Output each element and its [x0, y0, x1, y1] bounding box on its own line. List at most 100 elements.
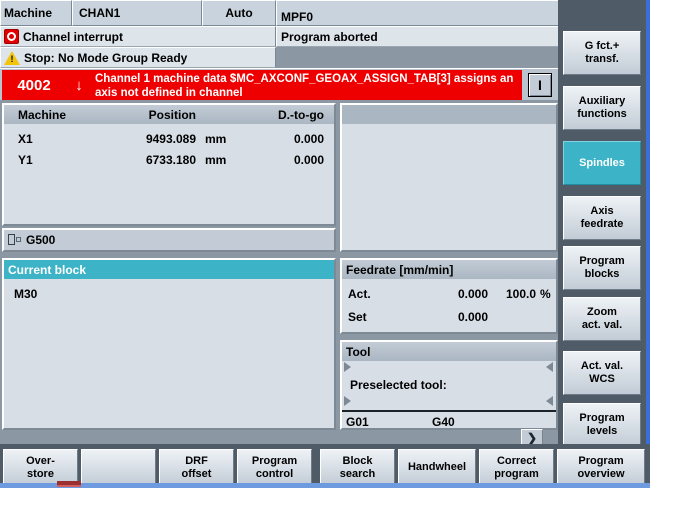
softkey-label-line1: Spindles — [579, 156, 625, 169]
feedrate-percent-sign: % — [540, 286, 551, 301]
bottom-margin-fill — [0, 488, 700, 525]
zero-offset-bar[interactable]: G500 — [2, 228, 336, 252]
table-row: X1 9493.089 mm 0.000 — [4, 128, 334, 149]
preselected-tool-label: Preselected tool: — [350, 378, 447, 392]
softkey-label-line2: functions — [577, 108, 627, 120]
status-mode-group: Stop: No Mode Group Ready — [0, 47, 276, 68]
feedrate-set-label: Set — [348, 309, 367, 324]
softkey-label-line1: Act. val. — [580, 360, 624, 372]
softkey-label-line2: act. val. — [581, 319, 623, 331]
bottom-right-fill — [650, 444, 700, 488]
zero-offset-value: G500 — [26, 233, 56, 247]
horizontal-softkey-bar: Over- store DRF offset Program control B… — [0, 444, 650, 487]
gcode-group-1: G01 — [346, 414, 369, 429]
softkey-label-line1: Auxiliary — [578, 95, 626, 107]
header-area-label[interactable]: Machine — [0, 0, 72, 26]
triangle-left-icon[interactable] — [344, 362, 351, 372]
softkey-g-functions[interactable]: G fct.+ transf. — [563, 31, 641, 75]
softkey-axis-feedrate[interactable]: Axis feedrate — [563, 196, 641, 240]
wcs-offset-icon — [8, 234, 21, 246]
softkey-label-line2: control — [255, 467, 294, 480]
softkey-correct-program[interactable]: Correct program — [479, 449, 554, 486]
softkey-program-overview[interactable]: Program overview — [557, 449, 645, 486]
feedrate-panel: Feedrate [mm/min] Act. 0.000 100.0 % Set… — [340, 258, 558, 334]
axis-position: 9493.089 — [145, 131, 196, 146]
col-position: Position — [148, 107, 196, 122]
axis-unit: mm — [205, 131, 227, 146]
softkey-label-line2: overview — [577, 467, 625, 480]
gcode-group-2: G40 — [432, 414, 455, 429]
softkey-program-control[interactable]: Program control — [237, 449, 312, 486]
softkey-program-blocks[interactable]: Program blocks — [563, 246, 641, 290]
triangle-left-icon[interactable] — [344, 396, 351, 406]
triangle-right-icon[interactable] — [546, 396, 553, 406]
alarm-number: 4002 — [2, 70, 66, 100]
softkey-label-line1: Axis — [590, 205, 614, 217]
softkey-label-line1: DRF — [185, 454, 208, 467]
alarm-text: Channel 1 machine data $MC_AXCONF_GEOAX_… — [92, 70, 522, 100]
axis-name: Y1 — [18, 152, 33, 167]
axis-dist-to-go: 0.000 — [293, 152, 324, 167]
softkey-block-search[interactable]: Block search — [320, 449, 395, 486]
auxiliary-panel-title — [342, 105, 556, 124]
axis-position: 6733.180 — [145, 152, 196, 167]
softkey-drf-offset[interactable]: DRF offset — [159, 449, 234, 486]
feedrate-set-row: Set 0.000 — [342, 305, 556, 328]
softkey-program-levels[interactable]: Program levels — [563, 403, 641, 447]
current-block-title: Current block — [4, 260, 334, 279]
vertical-softkey-bar: G fct.+ transf. Auxiliary functions Spin… — [558, 0, 646, 487]
softkey-label-line1: Block — [342, 454, 373, 467]
softkey-label-line1: G fct.+ — [584, 40, 620, 52]
col-dist-to-go: D.-to-go — [278, 107, 324, 122]
cursor-marker — [57, 481, 81, 487]
softkey-label-line2: search — [339, 467, 376, 480]
status-program-state: Program aborted — [276, 26, 558, 47]
alarm-cancel-indicator[interactable]: I — [528, 73, 552, 97]
softkey-handwheel[interactable]: Handwheel — [398, 449, 476, 486]
feedrate-set-value: 0.000 — [457, 309, 488, 324]
softkey-actual-value-wcs[interactable]: Act. val. WCS — [563, 351, 641, 395]
feedrate-title: Feedrate [mm/min] — [342, 260, 556, 279]
position-panel: Machine Position D.-to-go X1 9493.089 mm… — [2, 103, 336, 226]
softkey-label-line2: levels — [586, 425, 618, 437]
axis-name: X1 — [18, 131, 33, 146]
softkey-label-line2: blocks — [584, 268, 620, 280]
softkey-label-line1: Zoom — [587, 306, 617, 318]
softkey-zoom-actual-value[interactable]: Zoom act. val. — [563, 297, 641, 341]
softkey-label-line2: store — [27, 467, 54, 480]
softkey-label-line1: Program — [579, 412, 625, 424]
softkey-label-line1: Program — [579, 255, 625, 267]
current-block-content: M30 — [14, 287, 38, 301]
softkey-spindles[interactable]: Spindles — [563, 141, 641, 185]
softkey-label-line2: offset — [181, 467, 212, 480]
warning-triangle-icon — [4, 50, 20, 65]
stop-circle-icon — [4, 29, 19, 44]
tool-current-row — [342, 361, 556, 374]
tool-gcode-row: G01 G40 — [342, 410, 556, 431]
header-bar: Machine CHAN1 Auto MPF0 — [0, 0, 558, 26]
softkey-label-line1: Handwheel — [407, 461, 467, 473]
alarm-scroll-down-icon[interactable]: ↓ — [66, 70, 92, 100]
triangle-right-icon[interactable] — [546, 362, 553, 372]
col-machine-axis: Machine — [18, 107, 67, 122]
auxiliary-display-panel — [340, 103, 558, 252]
feedrate-act-value: 0.000 — [457, 286, 488, 301]
softkey-label-line1: Over- — [26, 454, 55, 467]
softkey-label-line2: transf. — [585, 53, 619, 65]
alarm-bar[interactable]: 4002 ↓ Channel 1 machine data $MC_AXCONF… — [0, 68, 558, 100]
header-channel[interactable]: CHAN1 — [72, 0, 202, 26]
feedrate-act-label: Act. — [348, 286, 371, 301]
status-line2-label: Stop: No Mode Group Ready — [24, 50, 188, 65]
header-operating-mode[interactable]: Auto — [202, 0, 276, 26]
cnc-hmi-screen: Machine CHAN1 Auto MPF0 Channel interrup… — [0, 0, 700, 525]
feedrate-override-value: 100.0 — [505, 286, 536, 301]
softkey-label-line1: Program — [578, 454, 624, 467]
softkey-empty-slot[interactable] — [81, 449, 156, 486]
softkey-label-line1: Program — [251, 454, 298, 467]
tool-panel: Tool Preselected tool: G01 G40 — [340, 340, 558, 430]
softkey-label-line2: feedrate — [580, 218, 624, 230]
hmi-main-area: Machine CHAN1 Auto MPF0 Channel interrup… — [0, 0, 558, 487]
softkey-auxiliary-functions[interactable]: Auxiliary functions — [563, 86, 641, 130]
status-channel-interrupt: Channel interrupt — [0, 26, 276, 47]
right-margin-fill — [650, 0, 700, 487]
